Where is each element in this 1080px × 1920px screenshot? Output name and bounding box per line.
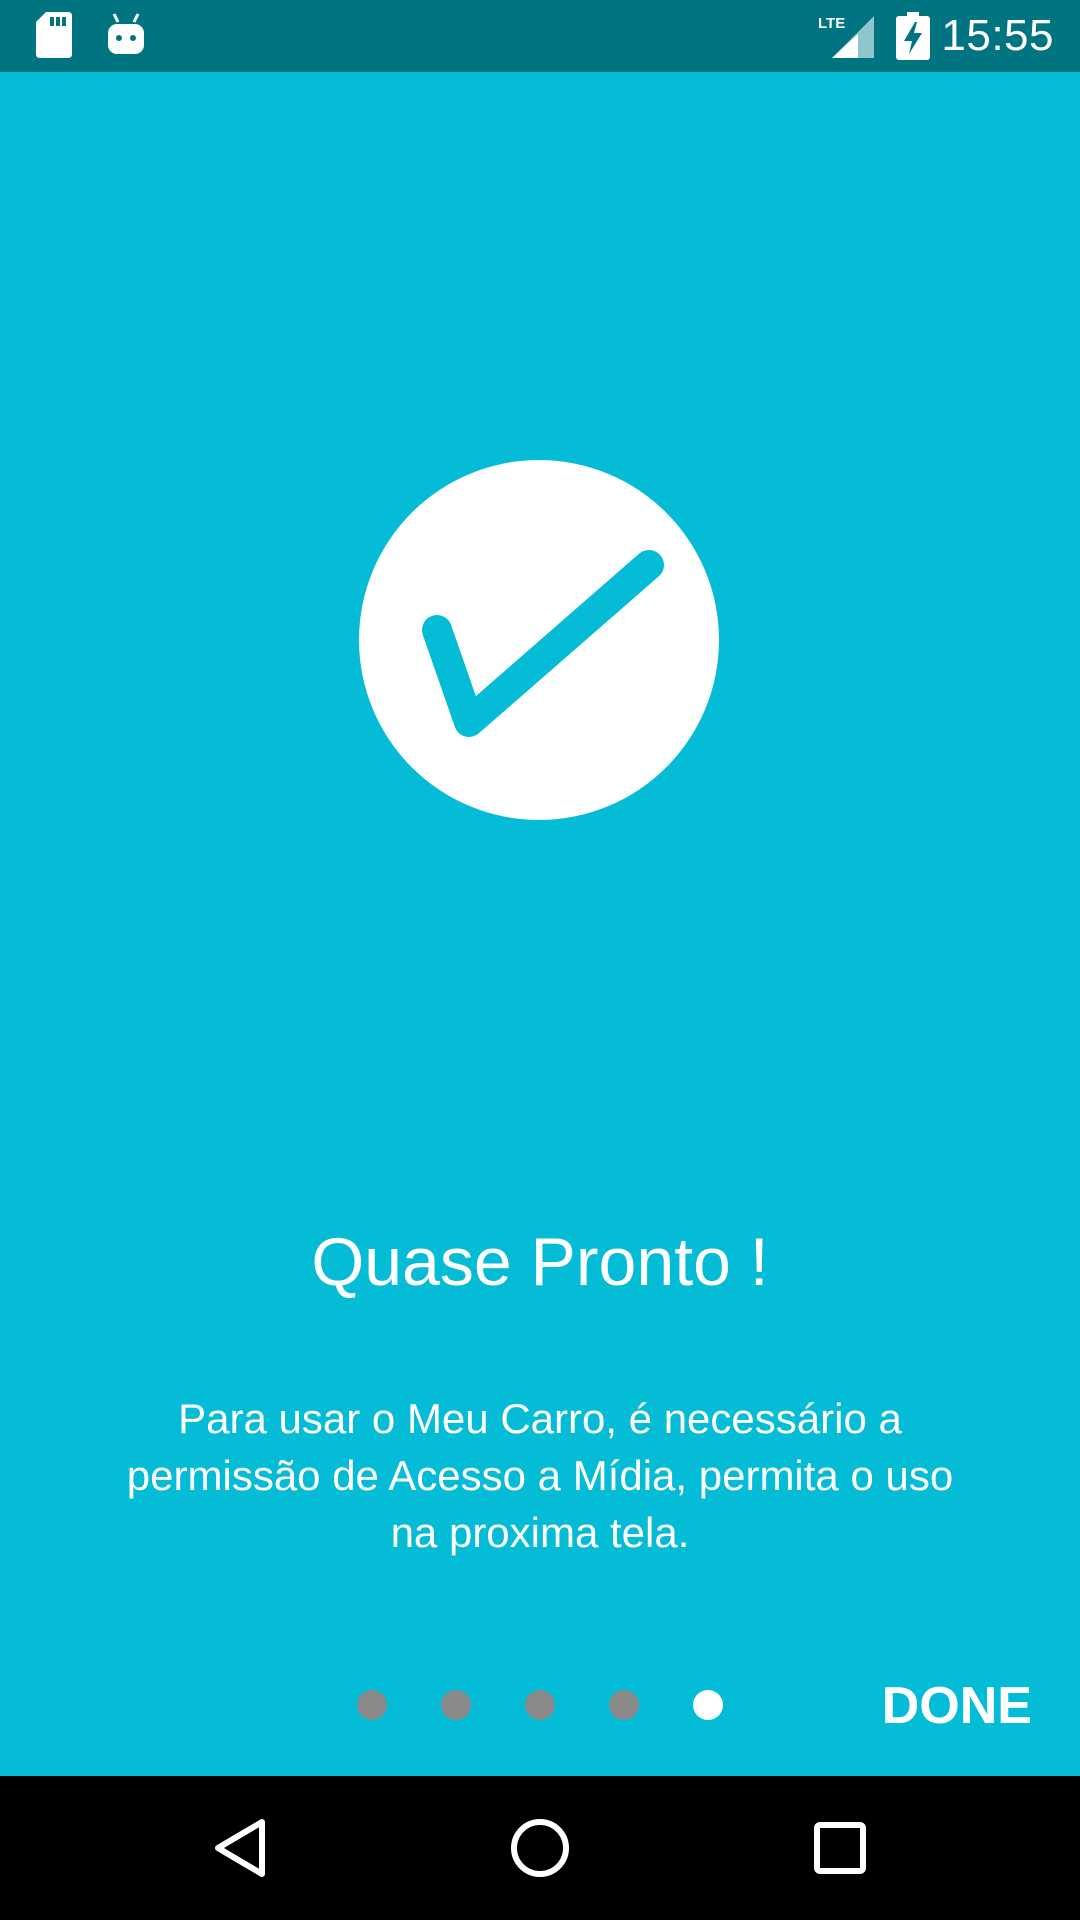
- back-icon: [215, 1819, 265, 1877]
- recents-icon: [814, 1822, 866, 1874]
- page-title: Quase Pronto !: [311, 1224, 769, 1300]
- pager-dot-1[interactable]: [357, 1690, 387, 1720]
- onboarding-screen: LTE 15:55 Quase Pronto ! Para usar o Meu…: [0, 0, 1080, 1920]
- battery-charging-icon: [896, 12, 930, 60]
- pager-dot-4[interactable]: [609, 1690, 639, 1720]
- success-badge: [359, 460, 719, 820]
- home-icon: [511, 1819, 569, 1877]
- home-button[interactable]: [470, 1776, 610, 1920]
- navigation-bar: [0, 1776, 1080, 1920]
- page-description: Para usar o Meu Carro, é necessário a pe…: [126, 1395, 954, 1556]
- sd-card-icon: [36, 12, 72, 58]
- lte-signal-icon: LTE: [818, 14, 876, 58]
- status-bar: LTE 15:55: [0, 0, 1080, 72]
- pager-dot-3[interactable]: [525, 1690, 555, 1720]
- recents-button[interactable]: [770, 1776, 910, 1920]
- back-button[interactable]: [170, 1776, 310, 1920]
- checkmark-icon: [422, 550, 664, 737]
- status-clock: 15:55: [941, 11, 1054, 60]
- pager-dot-5-active[interactable]: [693, 1690, 723, 1720]
- android-debug-icon: [106, 12, 146, 58]
- pager-dot-2[interactable]: [441, 1690, 471, 1720]
- done-button[interactable]: DONE: [882, 1676, 1032, 1736]
- network-type-label: LTE: [818, 15, 845, 32]
